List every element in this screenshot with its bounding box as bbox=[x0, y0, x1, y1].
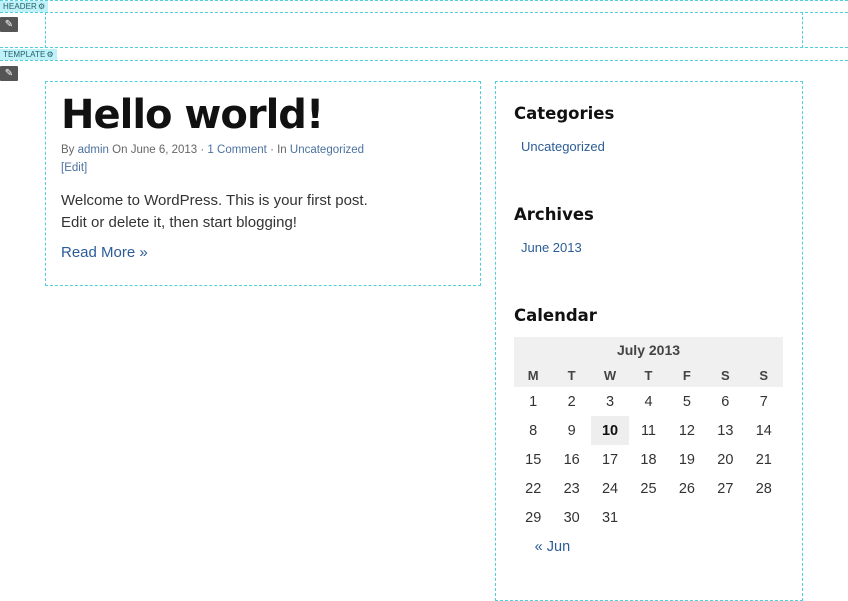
calendar-day bbox=[745, 503, 783, 532]
calendar-week-row: 15 16 17 18 19 20 21 bbox=[514, 445, 783, 474]
calendar-day: 25 bbox=[640, 480, 657, 497]
comments-link[interactable]: 1 Comment bbox=[207, 144, 266, 156]
calendar-day: 19 bbox=[678, 451, 695, 468]
header-guide-left bbox=[45, 12, 46, 48]
template-guide-bottom bbox=[0, 60, 848, 61]
calendar-nav-row: « Jun bbox=[514, 532, 783, 561]
header-guide-right bbox=[802, 12, 803, 48]
calendar-day: 18 bbox=[640, 451, 657, 468]
post-paragraph-line: Welcome to WordPress. This is your first… bbox=[61, 192, 368, 209]
post-content: Welcome to WordPress. This is your first… bbox=[61, 190, 471, 234]
weekday-header: T bbox=[629, 363, 668, 387]
categories-title: Categories bbox=[514, 104, 615, 123]
gear-icon: ⚙ bbox=[37, 2, 46, 11]
archives-title: Archives bbox=[514, 205, 594, 224]
pencil-icon: ✎ bbox=[4, 68, 14, 79]
template-edit-button[interactable]: ✎ bbox=[0, 66, 18, 81]
calendar-day: 7 bbox=[759, 393, 768, 410]
header-guide-bottom bbox=[0, 12, 848, 13]
gear-icon: ⚙ bbox=[46, 50, 54, 59]
header-guide-top bbox=[0, 0, 848, 1]
calendar-day: 13 bbox=[717, 422, 734, 439]
post-date: On June 6, 2013 · bbox=[112, 144, 205, 156]
archive-item-june-2013[interactable]: June 2013 bbox=[521, 240, 582, 255]
calendar-prev-link[interactable]: « Jun bbox=[535, 539, 570, 555]
calendar-day: 23 bbox=[563, 480, 580, 497]
calendar-day: 31 bbox=[601, 509, 619, 526]
calendar-day: 14 bbox=[755, 422, 772, 439]
calendar-day: 8 bbox=[529, 422, 538, 439]
template-section-tag[interactable]: TEMPLATE⚙ bbox=[0, 49, 57, 60]
category-item-uncategorized[interactable]: Uncategorized bbox=[521, 139, 605, 154]
calendar-day bbox=[706, 503, 744, 532]
calendar-day: 26 bbox=[678, 480, 695, 497]
calendar-day: 28 bbox=[755, 480, 772, 497]
in-label: · In bbox=[270, 144, 287, 156]
post-paragraph-line: Edit or delete it, then start blogging! bbox=[61, 214, 297, 231]
weekday-header: S bbox=[744, 363, 783, 387]
weekday-header: S bbox=[706, 363, 745, 387]
calendar-day: 29 bbox=[525, 509, 542, 526]
weekday-header: F bbox=[667, 363, 707, 387]
calendar-title: Calendar bbox=[514, 306, 597, 325]
category-link[interactable]: Uncategorized bbox=[290, 144, 364, 156]
edit-post-link[interactable]: [Edit] bbox=[61, 162, 87, 174]
calendar-day-today: 10 bbox=[590, 416, 630, 445]
calendar-week-row: 1 2 3 4 5 6 7 bbox=[514, 387, 783, 416]
calendar-day: 17 bbox=[601, 451, 619, 468]
calendar-day: 12 bbox=[678, 422, 695, 439]
read-more-link[interactable]: Read More » bbox=[61, 243, 148, 263]
calendar-day: 24 bbox=[601, 480, 619, 497]
calendar-day: 30 bbox=[563, 509, 580, 526]
calendar-day: 22 bbox=[525, 480, 542, 497]
calendar-day: 20 bbox=[717, 451, 734, 468]
calendar-week-row: 29 30 31 bbox=[514, 503, 783, 532]
by-label: By bbox=[61, 144, 75, 156]
calendar-day: 4 bbox=[644, 393, 653, 410]
calendar-week-row: 8 9 10 11 12 13 14 bbox=[514, 416, 783, 445]
header-section-tag[interactable]: HEADER⚙ bbox=[0, 1, 49, 12]
author-link[interactable]: admin bbox=[78, 144, 109, 156]
calendar-weekday-row: M T W T F S S bbox=[514, 363, 783, 387]
calendar-day: 6 bbox=[721, 393, 730, 410]
calendar-day bbox=[629, 503, 667, 532]
weekday-header: W bbox=[590, 363, 630, 387]
calendar-day: 3 bbox=[606, 393, 615, 410]
calendar-day: 1 bbox=[529, 393, 538, 410]
calendar-day: 2 bbox=[567, 393, 576, 410]
pencil-icon: ✎ bbox=[4, 19, 14, 30]
calendar-day: 9 bbox=[567, 422, 576, 439]
post-meta: By admin On June 6, 2013 · 1 Comment · I… bbox=[61, 141, 461, 177]
calendar-week-row: 22 23 24 25 26 27 28 bbox=[514, 474, 783, 503]
calendar-day bbox=[668, 503, 706, 532]
post-title[interactable]: Hello world! bbox=[61, 90, 324, 140]
header-edit-button[interactable]: ✎ bbox=[0, 17, 18, 32]
calendar-day: 16 bbox=[563, 451, 580, 468]
calendar-day: 15 bbox=[525, 451, 542, 468]
calendar-caption: July 2013 bbox=[514, 337, 783, 363]
calendar-day: 11 bbox=[640, 422, 656, 439]
calendar-nav-empty bbox=[591, 532, 783, 561]
calendar-day: 5 bbox=[682, 393, 691, 410]
template-guide-top bbox=[0, 47, 848, 48]
calendar-day: 21 bbox=[755, 451, 772, 468]
weekday-header: M bbox=[514, 363, 553, 387]
calendar-day: 27 bbox=[717, 480, 734, 497]
calendar-prev-cell: « Jun bbox=[514, 532, 591, 561]
weekday-header: T bbox=[552, 363, 591, 387]
calendar-widget: July 2013 M T W T F S S 1 2 3 4 5 6 7 8 … bbox=[514, 337, 783, 561]
